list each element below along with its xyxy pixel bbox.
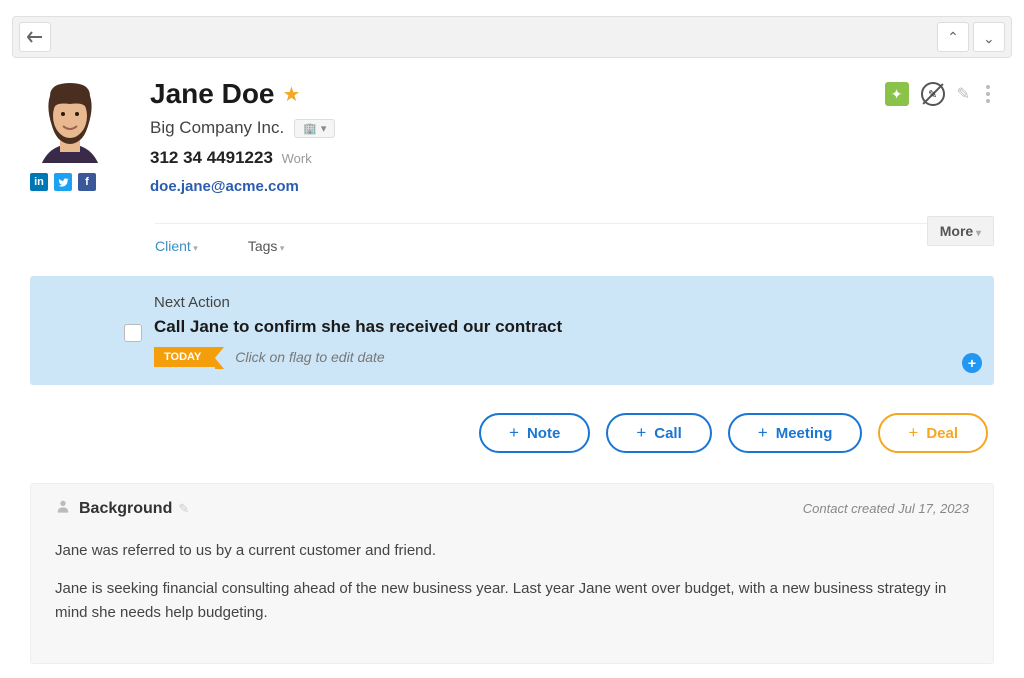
more-button[interactable]: More [927, 216, 994, 246]
twitter-icon[interactable] [54, 173, 72, 191]
background-paragraph: Jane is seeking financial consulting ahe… [55, 577, 969, 625]
contact-created-date: Contact created Jul 17, 2023 [803, 501, 969, 516]
phone-type: Work [282, 151, 312, 166]
more-menu-button[interactable] [982, 81, 994, 107]
phone-number[interactable]: 312 34 4491223 [150, 148, 273, 167]
next-button[interactable]: ⌃ [973, 22, 1005, 52]
linkedin-icon[interactable]: in [30, 173, 48, 191]
topbar: ⌃ ⌃ [12, 16, 1012, 58]
next-action-text: Call Jane to confirm she has received ou… [154, 317, 562, 337]
today-flag[interactable]: TODAY [154, 347, 215, 367]
contact-name: Jane Doe [150, 78, 275, 110]
add-action-button[interactable]: + [962, 353, 982, 373]
pencil-crossed-icon: ✎ [928, 88, 937, 101]
magic-action-button[interactable]: ✦ [885, 82, 909, 106]
flag-hint: Click on flag to edit date [235, 349, 384, 365]
call-button[interactable]: +Call [606, 413, 711, 453]
back-arrow-icon [27, 31, 43, 43]
email-link[interactable]: doe.jane@acme.com [150, 178, 299, 195]
meeting-button[interactable]: +Meeting [728, 413, 863, 453]
next-action-checkbox[interactable] [124, 324, 142, 342]
chevron-up-icon: ⌃ [947, 29, 959, 46]
no-entry-button[interactable]: ✎ [921, 82, 945, 106]
avatar-image [30, 78, 110, 163]
deal-button[interactable]: +Deal [878, 413, 988, 453]
sparkle-icon: ✦ [891, 86, 903, 103]
person-icon [55, 498, 71, 519]
contact-header: in f Jane Doe ★ ✦ ✎ ✎ Big Company Inc. 🏢… [0, 58, 1024, 205]
background-edit-button[interactable]: ✎ [178, 501, 189, 517]
note-button[interactable]: +Note [479, 413, 590, 453]
background-section: Background ✎ Contact created Jul 17, 202… [30, 483, 994, 664]
star-icon[interactable]: ★ [283, 82, 301, 107]
edit-button[interactable]: ✎ [957, 84, 970, 104]
prev-button[interactable]: ⌃ [937, 22, 969, 52]
next-action-panel: Next Action Call Jane to confirm she has… [30, 276, 994, 385]
background-paragraph: Jane was referred to us by a current cus… [55, 539, 969, 563]
avatar[interactable] [30, 78, 110, 163]
back-button[interactable] [19, 22, 51, 52]
plus-icon: + [758, 423, 768, 443]
action-buttons: +Note +Call +Meeting +Deal [36, 413, 988, 453]
next-action-label: Next Action [154, 294, 970, 311]
plus-icon: + [509, 423, 519, 443]
plus-icon: + [908, 423, 918, 443]
chevron-down-icon: ⌃ [983, 29, 995, 46]
company-selector[interactable]: 🏢▾ [294, 119, 335, 138]
facebook-icon[interactable]: f [78, 173, 96, 191]
client-dropdown[interactable]: Client [155, 238, 198, 254]
company-name: Big Company Inc. [150, 118, 284, 138]
plus-icon: + [636, 423, 646, 443]
background-title: Background [79, 500, 172, 518]
background-body: Jane was referred to us by a current cus… [55, 539, 969, 625]
tags-dropdown[interactable]: Tags [248, 238, 285, 254]
building-icon: 🏢 [303, 122, 317, 135]
